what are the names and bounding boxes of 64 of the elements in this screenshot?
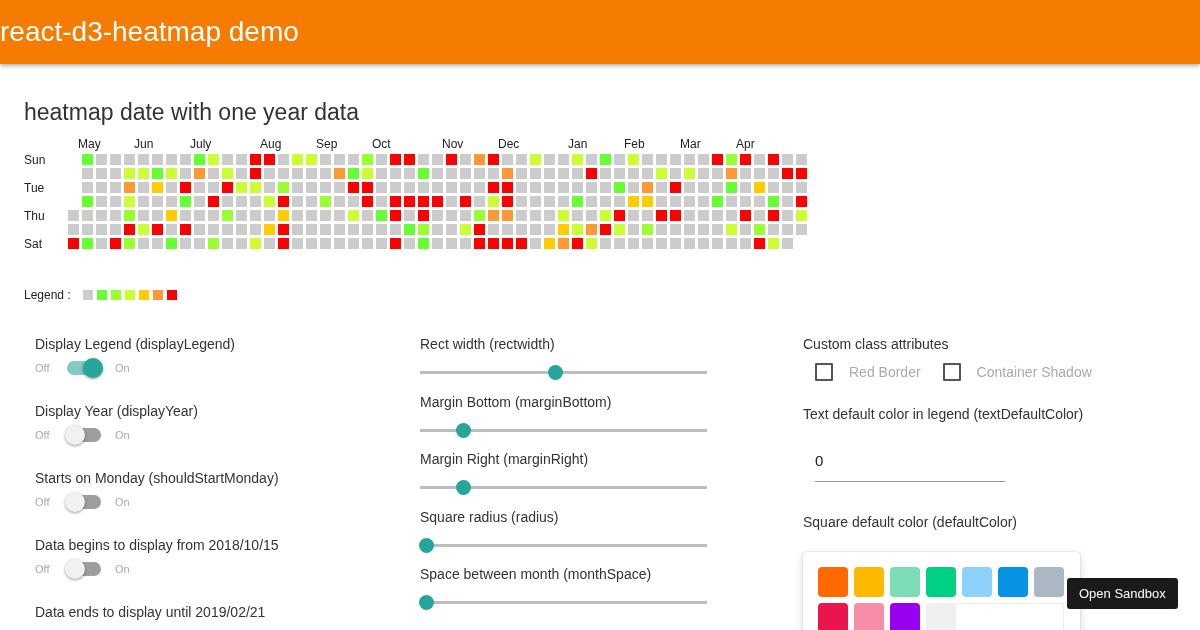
toggle-label: Data ends to display until 2019/02/21 [35, 603, 267, 622]
off-label: Off [35, 563, 51, 575]
month-label: Aug [260, 137, 282, 151]
toggle-label: Data begins to display from 2018/10/15 [35, 536, 280, 555]
color-swatch[interactable] [998, 567, 1028, 597]
slider-label: Space between month (monthSpace) [420, 565, 653, 584]
toggle-switch[interactable] [67, 562, 101, 576]
month-label: Apr [736, 137, 755, 151]
toggle-switch[interactable] [67, 428, 101, 442]
on-label: On [115, 362, 131, 374]
field-label: Square default color (defaultColor) [803, 513, 1018, 532]
month-label: Sep [316, 137, 338, 151]
slider-thumb[interactable] [548, 365, 564, 380]
toggle-switch[interactable] [67, 361, 101, 375]
month-label: Jan [568, 137, 588, 151]
color-swatch[interactable] [890, 567, 920, 597]
color-swatch[interactable] [854, 567, 884, 597]
weekday-label: Tue [24, 181, 45, 195]
toggle-switch[interactable] [67, 495, 101, 509]
month-label: July [190, 137, 212, 151]
legend-label: Legend : [24, 288, 71, 302]
toggle-label: Display Legend (displayLegend) [35, 335, 237, 354]
checkbox[interactable] [942, 363, 961, 381]
toggle-label: Display Year (displayYear) [35, 402, 199, 421]
color-swatch[interactable] [926, 567, 956, 597]
off-label: Off [35, 362, 51, 374]
color-swatch[interactable] [818, 567, 848, 597]
color-swatch[interactable] [818, 603, 848, 630]
toggle-label: Starts on Monday (shouldStartMonday) [35, 469, 280, 488]
color-swatch[interactable] [854, 603, 884, 630]
weekday-label: Sun [24, 153, 46, 167]
section-title: heatmap date with one year data [24, 98, 360, 127]
slider-thumb[interactable] [419, 537, 434, 553]
month-label: Feb [624, 137, 645, 151]
on-label: On [115, 496, 131, 508]
slider-thumb[interactable] [419, 595, 434, 610]
app-title: react-d3-heatmap demo [0, 16, 299, 48]
month-label: Nov [442, 137, 464, 151]
color-swatch[interactable] [1034, 567, 1064, 597]
slider-label: Margin Right (marginRight) [420, 450, 590, 469]
checkbox-label: Container Shadow [976, 364, 1092, 380]
on-label: On [115, 563, 131, 575]
slider-label: Square radius (radius) [420, 507, 560, 527]
on-label: On [115, 429, 131, 441]
field-label: Text default color in legend (textDefaultColor) [803, 405, 1085, 424]
weekday-label: Thu [24, 209, 45, 223]
off-label: Off [35, 429, 51, 441]
slider-thumb[interactable] [456, 422, 472, 438]
month-label: May [78, 137, 101, 151]
section-label: Custom class attributes [803, 335, 950, 354]
slider-label: Margin Bottom (marginBottom) [420, 392, 613, 412]
tooltip: Open Sandbox [1067, 578, 1178, 609]
slider-label: Rect width (rectwidth) [420, 335, 556, 354]
month-label: Jun [134, 137, 154, 151]
color-swatch[interactable] [962, 567, 992, 597]
month-label: Oct [372, 137, 391, 151]
weekday-label: Sat [24, 237, 42, 251]
off-label: Off [35, 496, 51, 508]
checkbox-label: Red Border [849, 364, 921, 380]
checkbox[interactable] [815, 363, 833, 381]
month-label: Dec [498, 137, 520, 151]
month-label: Mar [680, 137, 701, 151]
color-swatch[interactable] [890, 603, 920, 630]
slider-thumb[interactable] [456, 480, 472, 495]
